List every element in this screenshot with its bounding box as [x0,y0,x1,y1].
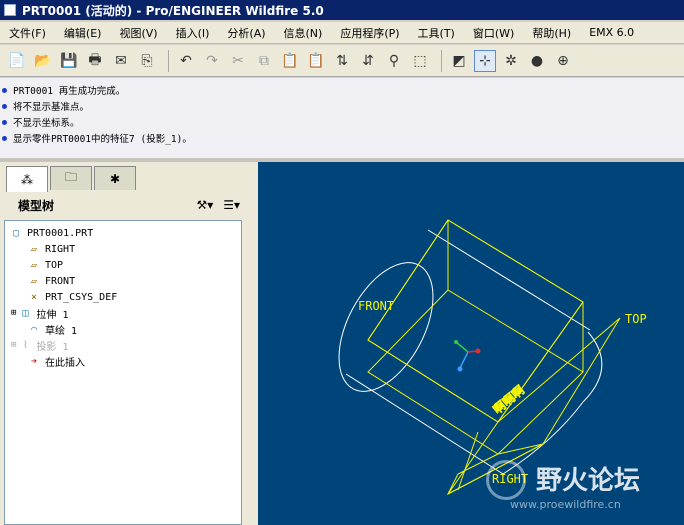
window-title: PRT0001 (活动的) - Pro/ENGINEER Wildfire 5.… [22,3,324,18]
expand-icon[interactable]: ⊞ [11,340,16,350]
toolbar-separator [441,49,442,72]
panel-scroll-area[interactable] [246,220,256,525]
bullet-icon [2,103,7,109]
bullet-icon [2,119,7,125]
tab-folder-browser[interactable]: 🗀 [50,166,92,190]
plane-edge [457,431,479,491]
insert-here-icon: ➔ [30,355,38,367]
tree-header-tools: ⚒▾ ☰▾ [196,198,240,212]
datum-plane-front [367,219,584,423]
bullet-icon [2,87,7,93]
csys-icon: ⨯ [30,291,38,303]
tree-node-csys[interactable]: ⨯ PRT_CSYS_DEF [27,289,117,305]
sketch-icon: ⌒ [30,323,38,335]
bullet-icon [2,135,7,141]
datum-display-icon[interactable]: ◩ [448,50,470,72]
tree-node-front[interactable]: ▱ FRONT [27,273,75,289]
cylinder-end-ellipse [338,262,434,392]
tree-node-right[interactable]: ▱ RIGHT [27,241,75,257]
send-attachment-icon[interactable]: ⎘ [136,50,158,72]
cylinder-edge-top [427,229,591,331]
regenerate-icon[interactable]: ⇅ [331,50,353,72]
menu-analysis[interactable]: 分析(A) [218,25,274,41]
paste-icon[interactable]: 📋 [279,50,301,72]
projected-text: 啊啊啊 [490,383,527,417]
datum-label-front: FRONT [358,299,394,313]
undo-icon[interactable]: ↶ [175,50,197,72]
message-line: 将不显示基准点。 [2,98,682,114]
datum-plane-icon: ▱ [30,259,38,271]
tree-settings-icon[interactable]: ⚒▾ [196,198,213,212]
csys-display-icon[interactable]: ⊹ [474,49,496,72]
extrude-icon: ◫ [22,307,29,319]
find-icon[interactable]: ⚲ [383,50,405,72]
paste-special-icon[interactable]: 📋 [305,50,327,72]
send-mail-icon[interactable]: ✉ [110,50,132,72]
folder-icon: 🗀 [64,170,77,184]
model-tree: ▢ PRT0001.PRT ▱ RIGHT ▱ TOP ▱ FRONT ⨯ PR… [4,220,242,525]
select-box-icon[interactable]: ⬚ [409,50,431,72]
datum-plane-icon: ▱ [30,275,38,287]
app-icon [4,4,16,16]
model-tree-icon: ⁂ [21,172,33,187]
panel-title: 模型树 [18,198,55,213]
part-icon: ▢ [12,227,20,239]
menu-edit[interactable]: 编辑(E) [55,25,111,41]
graphics-window[interactable]: 啊啊啊 FRONT TOP RIGHT 野火论坛 www.proewildfir… [258,162,684,525]
message-line: 显示零件PRT0001中的特征7 (投影_1)。 [2,130,682,146]
title-bar: PRT0001 (活动的) - Pro/ENGINEER Wildfire 5.… [0,0,684,20]
menu-insert[interactable]: 插入(I) [167,25,219,41]
menu-info[interactable]: 信息(N) [275,25,332,41]
zoom-in-icon[interactable]: ⊕ [552,50,574,72]
tree-node-insert-here[interactable]: ➔ 在此插入 [27,353,85,369]
navigator-tabs: ⁂ 🗀 ✱ [6,166,138,192]
spin-center-icon[interactable]: ✲ [500,50,522,72]
tree-node-extrude[interactable]: ⊞ ◫ 拉伸 1 [11,305,68,321]
tree-header: 模型树 ⚒▾ ☰▾ [6,194,244,216]
tree-node-part[interactable]: ▢ PRT0001.PRT [9,225,93,241]
tree-node-projection[interactable]: ⊞ ⌇ 投影 1 [11,337,68,353]
datum-plane-icon: ▱ [30,243,38,255]
menu-view[interactable]: 视图(V) [110,25,166,41]
watermark-url: www.proewildfire.cn [510,498,621,511]
tree-node-sketch[interactable]: ⌒ 草绘 1 [27,321,77,337]
tab-favorites[interactable]: ✱ [94,166,136,190]
print-icon[interactable]: 🖶 [84,50,106,72]
menu-file[interactable]: 文件(F) [0,25,55,41]
message-line: 不显示坐标系。 [2,114,682,130]
message-area: PRT0001 再生成功完成。 将不显示基准点。 不显示坐标系。 显示零件PRT… [0,78,684,158]
coordinate-system-icon [454,340,481,372]
new-file-icon[interactable]: 📄 [6,50,28,72]
projection-icon: ⌇ [22,339,28,351]
regen-manager-icon[interactable]: ⇵ [357,50,379,72]
menu-tools[interactable]: 工具(T) [409,25,464,41]
menu-help[interactable]: 帮助(H) [523,25,580,41]
menu-applications[interactable]: 应用程序(P) [331,25,408,41]
redo-icon[interactable]: ↷ [201,50,223,72]
open-folder-icon[interactable]: 📂 [32,50,54,72]
menu-emx[interactable]: EMX 6.0 [580,26,643,39]
toolbar-separator [168,49,169,72]
menu-window[interactable]: 窗口(W) [464,25,523,41]
watermark: 野火论坛 www.proewildfire.cn [476,456,684,522]
datum-plane-front-outline [367,219,584,423]
watermark-logo [486,460,526,500]
tree-columns-icon[interactable]: ☰▾ [223,198,240,212]
datum-label-top: TOP [625,312,647,326]
save-icon[interactable]: 💾 [58,50,80,72]
tree-node-top[interactable]: ▱ TOP [27,257,63,273]
navigator-panel: ⁂ 🗀 ✱ 模型树 ⚒▾ ☰▾ ▢ PRT0001.PRT ▱ RIGHT ▱ … [0,162,258,525]
expand-icon[interactable]: ⊞ [11,308,16,318]
cut-icon[interactable]: ✂ [227,50,249,72]
menu-bar: 文件(F) 编辑(E) 视图(V) 插入(I) 分析(A) 信息(N) 应用程序… [0,22,684,44]
message-line: PRT0001 再生成功完成。 [2,82,682,98]
copy-icon[interactable]: ⧉ [253,50,275,72]
tab-model-tree[interactable]: ⁂ [6,166,48,192]
main-toolbar: 📄 📂 💾 🖶 ✉ ⎘ ↶ ↷ ✂ ⧉ 📋 📋 ⇅ ⇵ ⚲ ⬚ ◩ ⊹ ✲ ● … [0,45,684,77]
shading-icon[interactable]: ● [526,50,548,72]
favorites-icon: ✱ [109,171,121,186]
watermark-title: 野火论坛 [536,466,641,496]
